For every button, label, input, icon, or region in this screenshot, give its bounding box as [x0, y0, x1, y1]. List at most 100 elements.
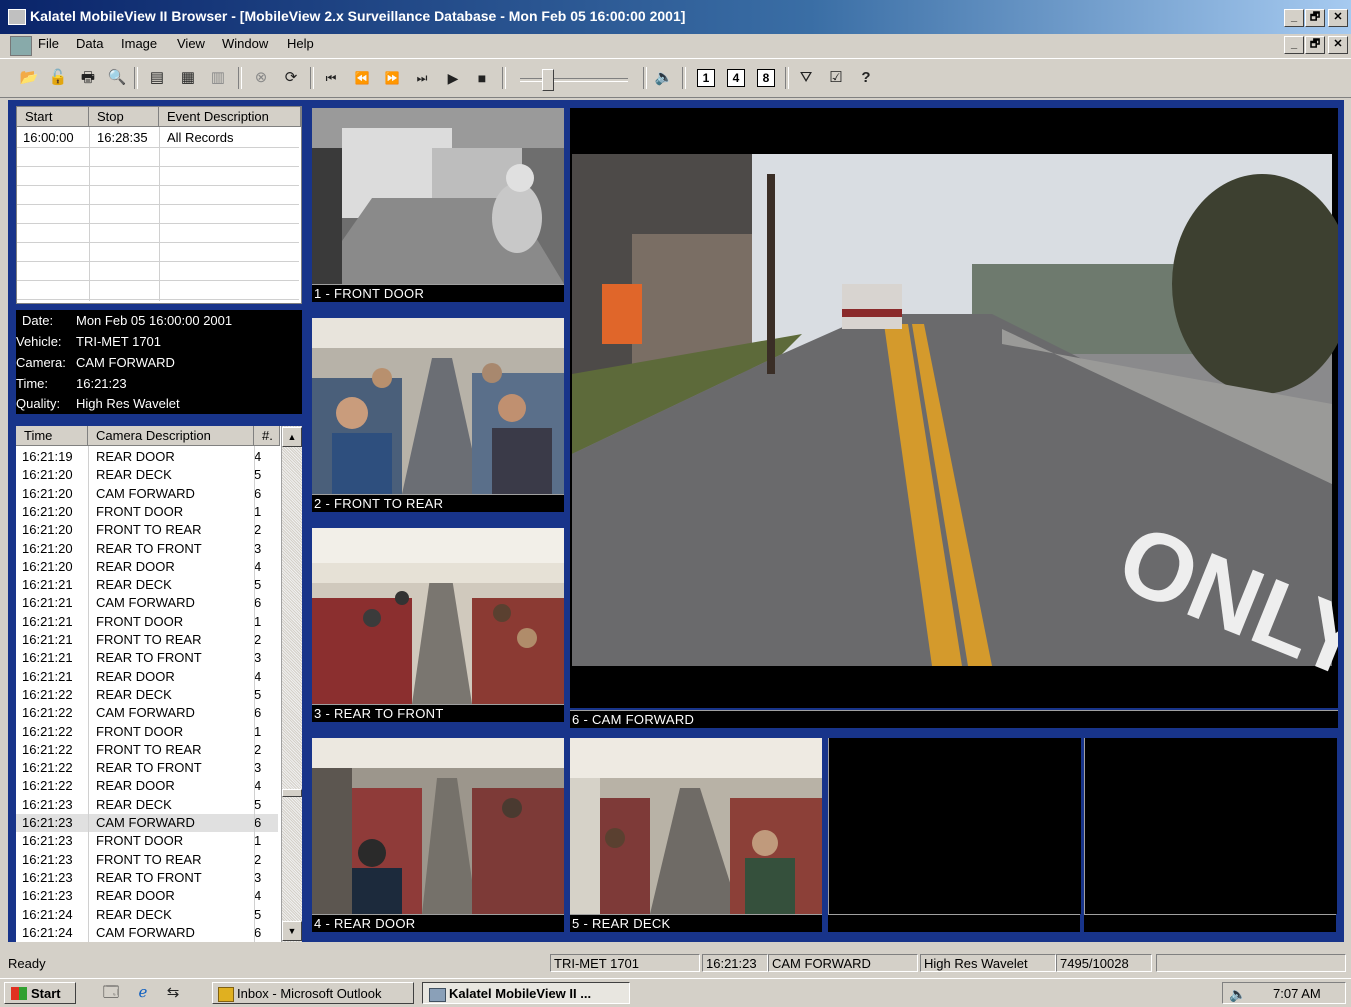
taskbar-mobileview[interactable]: Kalatel MobileView II ... — [422, 982, 630, 1004]
camera-log-row[interactable]: 16:21:19 REAR DOOR 4 — [16, 448, 278, 466]
camera-log-row[interactable]: 16:21:20 FRONT TO REAR 2 — [16, 521, 278, 539]
mdi-close-button[interactable]: ✕ — [1328, 36, 1348, 54]
col-event-description[interactable]: Event Description — [159, 107, 301, 127]
show-desktop-icon[interactable]: 🗔 — [100, 982, 122, 1004]
copy-icon[interactable]: ▦ — [177, 67, 199, 89]
filter-icon[interactable]: ⛛ — [795, 67, 817, 89]
forward-icon[interactable]: ⏩ — [381, 67, 403, 89]
log-camera-number: 4 — [254, 888, 262, 904]
empty-camera-slot[interactable] — [828, 738, 1081, 914]
camera-log-row[interactable]: 16:21:20 REAR DOOR 4 — [16, 558, 278, 576]
speed-slider-thumb[interactable] — [542, 69, 554, 91]
volume-icon[interactable]: 🔈 — [1229, 983, 1246, 1005]
restore-button[interactable]: 🗗 — [1305, 9, 1325, 27]
camera-log-row[interactable]: 16:21:20 REAR TO FRONT 3 — [16, 540, 278, 558]
camera-log-row[interactable]: 16:21:21 FRONT TO REAR 2 — [16, 631, 278, 649]
speed-slider-track[interactable] — [520, 78, 628, 82]
camera-log-row[interactable]: 16:21:23 CAM FORWARD 6 — [16, 814, 278, 833]
close-button[interactable]: ✕ — [1328, 9, 1348, 27]
menu-image[interactable]: Image — [121, 36, 157, 51]
camera-log-list[interactable]: Time Camera Description #. 16:21:19 REAR … — [16, 426, 302, 942]
camera-log-scrollbar[interactable]: ▲ ▼ — [281, 426, 302, 942]
camera-log-row[interactable]: 16:21:24 REAR DECK 5 — [16, 906, 278, 924]
export-icon[interactable]: ▤ — [146, 67, 168, 89]
status-time: 16:21:23 — [702, 954, 768, 972]
col-start[interactable]: Start — [17, 107, 89, 127]
print-preview-icon[interactable]: 🔍 — [106, 67, 128, 89]
camera-log-row[interactable]: 16:21:23 REAR DECK 5 — [16, 796, 278, 814]
camera-log-row[interactable]: 16:21:22 REAR DOOR 4 — [16, 777, 278, 795]
menu-data[interactable]: Data — [76, 36, 103, 51]
empty-slot-caption — [1084, 914, 1336, 932]
menu-window[interactable]: Window — [222, 36, 268, 51]
play-icon[interactable]: ▶ — [442, 67, 464, 89]
camera-log-row[interactable]: 16:21:22 FRONT TO REAR 2 — [16, 741, 278, 759]
taskbar-outlook[interactable]: Inbox - Microsoft Outlook — [212, 982, 414, 1004]
camera-log-row[interactable]: 16:21:22 REAR DECK 5 — [16, 686, 278, 704]
menu-help[interactable]: Help — [287, 36, 314, 51]
empty-camera-slot[interactable] — [1084, 738, 1337, 914]
col-stop[interactable]: Stop — [89, 107, 159, 127]
properties-icon[interactable]: ☑ — [825, 67, 847, 89]
minimize-button[interactable]: _ — [1284, 9, 1304, 27]
paste-icon[interactable]: ▥ — [207, 67, 229, 89]
camera-4-view[interactable] — [312, 738, 564, 914]
clock[interactable]: 7:07 AM — [1273, 983, 1321, 1005]
camera-log-row[interactable]: 16:21:20 CAM FORWARD 6 — [16, 485, 278, 503]
open-icon[interactable]: 📂 — [18, 67, 40, 89]
camera-log-row[interactable]: 16:21:20 FRONT DOOR 1 — [16, 503, 278, 521]
scroll-down-arrow[interactable]: ▼ — [282, 921, 302, 941]
camera-6-main-view[interactable]: ONLY — [570, 108, 1338, 708]
camera-log-row[interactable]: 16:21:23 REAR TO FRONT 3 — [16, 869, 278, 887]
stop-square-icon[interactable]: ■ — [471, 67, 493, 89]
quicklaunch-icon[interactable]: ⇆ — [162, 982, 184, 1004]
lock-icon[interactable]: 🔓 — [47, 67, 69, 89]
menu-file[interactable]: File — [38, 36, 59, 51]
camera-log-row[interactable]: 16:21:22 CAM FORWARD 6 — [16, 704, 278, 722]
rewind-icon[interactable]: ⏪ — [351, 67, 373, 89]
layout-8-button[interactable]: 8 — [757, 69, 775, 87]
camera-log-row[interactable]: 16:21:21 FRONT DOOR 1 — [16, 613, 278, 631]
status-quality: High Res Wavelet — [920, 954, 1056, 972]
camera-5-view[interactable] — [570, 738, 822, 914]
mdi-restore-button[interactable]: 🗗 — [1305, 36, 1325, 54]
camera-log-row[interactable]: 16:21:24 CAM FORWARD 6 — [16, 924, 278, 942]
system-tray: 🔈 7:07 AM — [1222, 982, 1346, 1004]
camera-log-row[interactable]: 16:21:21 REAR DECK 5 — [16, 576, 278, 594]
col-number[interactable]: #. — [254, 426, 280, 446]
camera-log-row[interactable]: 16:21:23 REAR DOOR 4 — [16, 887, 278, 905]
camera-3-view[interactable] — [312, 528, 564, 704]
internet-explorer-icon[interactable]: ℯ — [132, 982, 154, 1004]
camera-log-row[interactable]: 16:21:23 FRONT TO REAR 2 — [16, 851, 278, 869]
camera-log-row[interactable]: 16:21:20 REAR DECK 5 — [16, 466, 278, 484]
help-icon[interactable]: ? — [855, 67, 877, 89]
scroll-thumb[interactable] — [282, 789, 302, 797]
stop-icon[interactable]: ⊗ — [250, 67, 272, 89]
last-icon[interactable]: ⏭ — [411, 67, 433, 89]
menu-view[interactable]: View — [177, 36, 205, 51]
camera-log-row[interactable]: 16:21:23 FRONT DOOR 1 — [16, 832, 278, 850]
log-time: 16:21:23 — [22, 815, 73, 830]
camera-1-view[interactable] — [312, 108, 564, 284]
refresh-icon[interactable]: ⟳ — [280, 67, 302, 89]
event-row[interactable]: 16:00:00 16:28:35 All Records — [17, 129, 299, 148]
col-camera-description[interactable]: Camera Description — [88, 426, 254, 446]
speaker-icon[interactable]: 🔈 — [653, 67, 675, 89]
camera-log-row[interactable]: 16:21:21 CAM FORWARD 6 — [16, 594, 278, 612]
doc-icon[interactable] — [10, 36, 32, 56]
camera-log-row[interactable]: 16:21:22 REAR TO FRONT 3 — [16, 759, 278, 777]
scroll-up-arrow[interactable]: ▲ — [282, 427, 302, 447]
camera-log-row[interactable]: 16:21:21 REAR TO FRONT 3 — [16, 649, 278, 667]
col-time[interactable]: Time — [16, 426, 88, 446]
title-bar[interactable]: Kalatel MobileView II Browser - [MobileV… — [0, 0, 1351, 34]
camera-2-view[interactable] — [312, 318, 564, 494]
camera-log-row[interactable]: 16:21:22 FRONT DOOR 1 — [16, 723, 278, 741]
start-button[interactable]: Start — [4, 982, 76, 1004]
mdi-minimize-button[interactable]: _ — [1284, 36, 1304, 54]
app-icon[interactable] — [8, 9, 26, 25]
camera-log-row[interactable]: 16:21:21 REAR DOOR 4 — [16, 668, 278, 686]
layout-4-button[interactable]: 4 — [727, 69, 745, 87]
layout-1-button[interactable]: 1 — [697, 69, 715, 87]
first-icon[interactable]: ⏮ — [320, 67, 342, 89]
print-icon[interactable]: 🖶 — [77, 67, 99, 89]
